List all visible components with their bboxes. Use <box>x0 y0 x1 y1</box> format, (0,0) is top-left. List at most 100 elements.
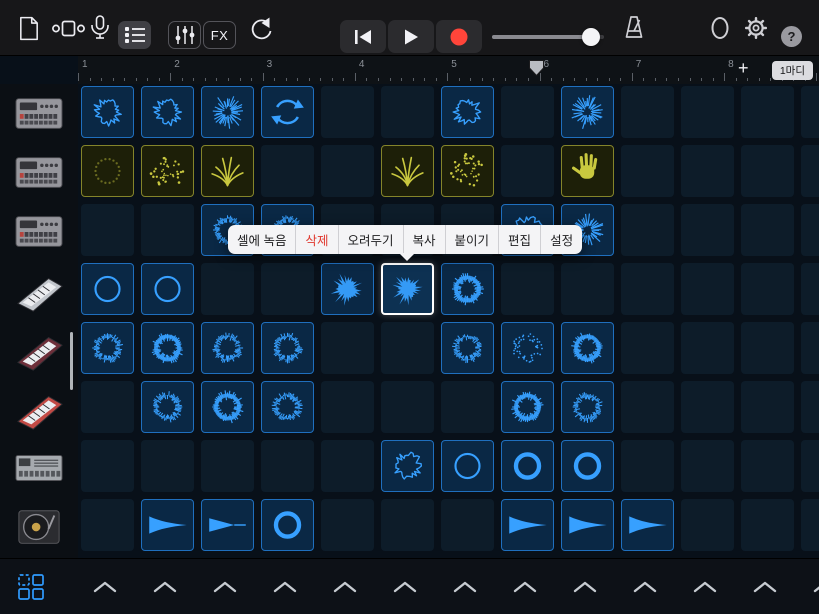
grid-cell-r8c6-empty[interactable] <box>381 499 434 551</box>
grid-cell-r2c12-empty[interactable] <box>741 145 794 197</box>
context-menu-item-edit[interactable]: 편집 <box>498 225 540 254</box>
grid-cell-r5c10-empty[interactable] <box>621 322 674 374</box>
grid-cell-r8c5-empty[interactable] <box>321 499 374 551</box>
channel-strip-button[interactable] <box>168 21 201 49</box>
cell-edit-mode-button[interactable] <box>16 572 46 602</box>
grid-cell-r6c2-wave-ring[interactable] <box>141 381 194 433</box>
bar-ruler[interactable]: 12345678 + 1마디 <box>78 56 819 84</box>
grid-cell-r8c12-empty[interactable] <box>741 499 794 551</box>
grid-cell-r7c2-empty[interactable] <box>141 440 194 492</box>
grid-cell-r1c1-spiky-ring[interactable] <box>81 86 134 138</box>
grid-cell-r2c1-dotted-ring[interactable] <box>81 145 134 197</box>
slider-knob[interactable] <box>582 28 600 46</box>
grid-cell-r2c6-grass[interactable] <box>381 145 434 197</box>
grid-cell-r4c11-empty[interactable] <box>681 263 734 315</box>
track-header-keyboard-red[interactable] <box>0 379 78 438</box>
grid-cell-r6c6-empty[interactable] <box>381 381 434 433</box>
track-header-keyboard-dark[interactable] <box>0 320 78 379</box>
undo-button[interactable] <box>246 0 274 56</box>
grid-cell-r6c7-empty[interactable] <box>441 381 494 433</box>
mic-input-button[interactable] <box>88 0 112 56</box>
skip-to-start-button[interactable] <box>340 20 386 53</box>
grid-cell-r4c5-wave-burst[interactable] <box>321 263 374 315</box>
track-header-keyboard-silver[interactable] <box>0 261 78 320</box>
grid-cell-r2c4-empty[interactable] <box>261 145 314 197</box>
column-trigger-4[interactable] <box>272 580 298 594</box>
grid-cell-r8c10-decay-wave[interactable] <box>621 499 674 551</box>
play-button[interactable] <box>388 20 434 53</box>
column-trigger-3[interactable] <box>212 580 238 594</box>
grid-cell-r1c6-empty[interactable] <box>381 86 434 138</box>
grid-cell-r8c13-empty[interactable] <box>801 499 819 551</box>
loop-browser-button[interactable] <box>706 0 734 56</box>
column-trigger-7[interactable] <box>452 580 478 594</box>
grid-cell-r7c11-empty[interactable] <box>681 440 734 492</box>
grid-cell-r5c4-wave-ring[interactable] <box>261 322 314 374</box>
grid-cell-r1c12-empty[interactable] <box>741 86 794 138</box>
grid-cell-r2c8-empty[interactable] <box>501 145 554 197</box>
add-bars-button[interactable]: + <box>738 58 749 79</box>
grid-cell-r2c2-speckle-burst[interactable] <box>141 145 194 197</box>
track-scrollbar[interactable] <box>70 332 73 390</box>
grid-cell-r6c10-empty[interactable] <box>621 381 674 433</box>
context-menu-item-paste[interactable]: 붙이기 <box>445 225 499 254</box>
grid-cell-r1c10-empty[interactable] <box>621 86 674 138</box>
grid-cell-r5c1-wave-ring[interactable] <box>81 322 134 374</box>
column-trigger-6[interactable] <box>392 580 418 594</box>
track-header-drum-machine-3[interactable] <box>0 202 78 261</box>
grid-cell-r8c3-attack-wave[interactable] <box>201 499 254 551</box>
grid-cell-r2c7-speckle-burst[interactable] <box>441 145 494 197</box>
grid-cell-r3c1-empty[interactable] <box>81 204 134 256</box>
grid-cell-r6c5-empty[interactable] <box>321 381 374 433</box>
live-loops-view-button[interactable] <box>50 0 86 56</box>
grid-cell-r7c12-empty[interactable] <box>741 440 794 492</box>
grid-cell-r6c13-empty[interactable] <box>801 381 819 433</box>
grid-cell-r1c9-sunburst[interactable] <box>561 86 614 138</box>
record-button[interactable] <box>436 20 482 53</box>
grid-cell-r5c7-wave-ring[interactable] <box>441 322 494 374</box>
grid-cell-r7c7-ring[interactable] <box>441 440 494 492</box>
track-header-turntable[interactable] <box>0 497 78 556</box>
grid-cell-r2c3-grass[interactable] <box>201 145 254 197</box>
grid-cell-r7c1-empty[interactable] <box>81 440 134 492</box>
grid-cell-r7c6-spiky-ring[interactable] <box>381 440 434 492</box>
track-header-drum-machine-1[interactable] <box>0 84 78 143</box>
grid-cell-r1c4-cycle-arrows[interactable] <box>261 86 314 138</box>
grid-cell-r7c5-empty[interactable] <box>321 440 374 492</box>
grid-cell-r8c7-empty[interactable] <box>441 499 494 551</box>
grid-cell-r4c13-empty[interactable] <box>801 263 819 315</box>
metronome-button[interactable] <box>620 0 648 56</box>
column-trigger-11[interactable] <box>692 580 718 594</box>
grid-cell-r8c4-ring-bold[interactable] <box>261 499 314 551</box>
grid-cell-r2c10-empty[interactable] <box>621 145 674 197</box>
grid-cell-r6c8-wave-ring-bold[interactable] <box>501 381 554 433</box>
grid-cell-r8c8-decay-wave[interactable] <box>501 499 554 551</box>
grid-cell-r7c13-empty[interactable] <box>801 440 819 492</box>
grid-cell-r5c2-wave-ring-bold[interactable] <box>141 322 194 374</box>
track-header-drum-machine-2[interactable] <box>0 143 78 202</box>
grid-cell-r5c3-wave-ring[interactable] <box>201 322 254 374</box>
grid-cell-r1c5-empty[interactable] <box>321 86 374 138</box>
track-header-sampler[interactable] <box>0 438 78 497</box>
context-menu-item-settings[interactable]: 설정 <box>540 225 582 254</box>
grid-cell-r4c12-empty[interactable] <box>741 263 794 315</box>
master-volume-slider[interactable] <box>492 24 610 50</box>
column-trigger-5[interactable] <box>332 580 358 594</box>
grid-cell-r1c3-sunburst[interactable] <box>201 86 254 138</box>
grid-cell-r6c11-empty[interactable] <box>681 381 734 433</box>
grid-cell-r3c13-empty[interactable] <box>801 204 819 256</box>
grid-cell-r4c8-empty[interactable] <box>501 263 554 315</box>
grid-cell-r6c3-wave-ring-bold[interactable] <box>201 381 254 433</box>
grid-cell-r5c13-empty[interactable] <box>801 322 819 374</box>
grid-cell-r6c4-wave-ring[interactable] <box>261 381 314 433</box>
grid-cell-r8c2-decay-wave[interactable] <box>141 499 194 551</box>
tracks-view-button[interactable] <box>118 21 151 49</box>
grid-cell-r7c10-empty[interactable] <box>621 440 674 492</box>
context-menu-item-cut[interactable]: 오려두기 <box>338 225 403 254</box>
fx-button[interactable]: FX <box>203 21 236 49</box>
grid-cell-r4c9-empty[interactable] <box>561 263 614 315</box>
grid-cell-r1c7-spiky-ring[interactable] <box>441 86 494 138</box>
grid-cell-r5c9-wave-ring-bold[interactable] <box>561 322 614 374</box>
grid-cell-r7c9-ring-bold[interactable] <box>561 440 614 492</box>
grid-cell-r4c4-empty[interactable] <box>261 263 314 315</box>
